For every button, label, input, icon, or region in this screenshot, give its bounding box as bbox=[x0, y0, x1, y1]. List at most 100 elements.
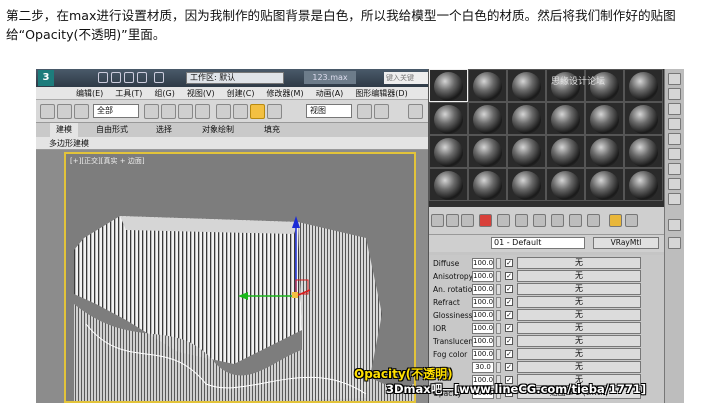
map-slot-button[interactable]: 无 bbox=[517, 361, 641, 373]
map-slot-button[interactable]: 无 bbox=[517, 322, 641, 334]
sample-uv-tiling-icon[interactable] bbox=[668, 118, 681, 130]
select-manipulate-icon[interactable] bbox=[374, 104, 389, 119]
backlight-icon[interactable] bbox=[668, 88, 681, 100]
material-name-field[interactable]: 01 - Default bbox=[491, 237, 585, 249]
video-color-check-icon[interactable] bbox=[668, 133, 681, 145]
spinner[interactable] bbox=[496, 310, 501, 321]
tab-modeling[interactable]: 建模 bbox=[50, 123, 78, 137]
material-slot-2[interactable] bbox=[468, 69, 507, 102]
map-slot-button[interactable]: 无 bbox=[517, 270, 641, 282]
new-file-icon[interactable] bbox=[98, 72, 108, 83]
show-end-result-icon[interactable] bbox=[569, 214, 582, 227]
rectangle-select-icon[interactable] bbox=[178, 104, 193, 119]
menu-graph-editors[interactable]: 图形编辑器(D) bbox=[355, 87, 407, 99]
map-slot-button[interactable]: 无 bbox=[517, 348, 641, 360]
put-to-library-icon[interactable] bbox=[515, 214, 528, 227]
select-by-material-icon[interactable] bbox=[668, 178, 681, 190]
material-slot-14[interactable] bbox=[468, 135, 507, 168]
map-amount-input[interactable]: 100.0 bbox=[472, 297, 494, 308]
map-amount-input[interactable]: 100.0 bbox=[472, 349, 494, 360]
put-to-scene-icon[interactable] bbox=[446, 214, 459, 227]
material-slot-6[interactable] bbox=[624, 69, 663, 102]
search-input[interactable]: 键入关键 bbox=[384, 72, 428, 84]
map-enable-checkbox[interactable]: ✓ bbox=[505, 363, 513, 371]
tab-object-paint[interactable]: 对象绘制 bbox=[202, 123, 234, 137]
map-amount-input[interactable]: 100.0 bbox=[472, 336, 494, 347]
spinner[interactable] bbox=[496, 271, 501, 282]
place-icon[interactable] bbox=[267, 104, 282, 119]
material-slot-22[interactable] bbox=[546, 168, 585, 201]
material-map-navigator-icon[interactable] bbox=[668, 193, 681, 205]
save-icon[interactable] bbox=[124, 72, 134, 83]
material-slot-7[interactable] bbox=[429, 102, 468, 135]
selection-filter-dropdown[interactable]: 全部 bbox=[93, 104, 139, 118]
undo-icon[interactable] bbox=[137, 72, 147, 83]
bind-space-warp-icon[interactable] bbox=[74, 104, 89, 119]
menu-modifiers[interactable]: 修改器(M) bbox=[266, 87, 303, 99]
map-amount-input[interactable]: 100.0 bbox=[472, 310, 494, 321]
select-by-name-icon[interactable] bbox=[161, 104, 176, 119]
make-unique-icon[interactable] bbox=[497, 214, 510, 227]
move-icon[interactable] bbox=[216, 104, 231, 119]
background-icon[interactable] bbox=[668, 103, 681, 115]
tab-freeform[interactable]: 自由形式 bbox=[96, 123, 128, 137]
workspace-dropdown[interactable]: 工作区: 默认 bbox=[186, 72, 284, 84]
reset-map-icon[interactable] bbox=[479, 214, 492, 227]
tab-populate[interactable]: 填充 bbox=[264, 123, 280, 137]
snap-icon[interactable] bbox=[408, 104, 423, 119]
go-forward-to-sibling-icon[interactable] bbox=[609, 214, 622, 227]
make-preview-icon[interactable] bbox=[668, 148, 681, 160]
go-to-parent-icon[interactable] bbox=[587, 214, 600, 227]
menu-create[interactable]: 创建(C) bbox=[227, 87, 255, 99]
material-options-icon[interactable] bbox=[668, 163, 681, 175]
open-file-icon[interactable] bbox=[111, 72, 121, 83]
assign-to-selection-icon[interactable] bbox=[461, 214, 474, 227]
spinner[interactable] bbox=[496, 297, 501, 308]
map-amount-input[interactable]: 100.0 bbox=[472, 284, 494, 295]
material-slot-21[interactable] bbox=[507, 168, 546, 201]
map-enable-checkbox[interactable]: ✓ bbox=[505, 285, 513, 293]
material-slot-3[interactable] bbox=[507, 69, 546, 102]
map-enable-checkbox[interactable]: ✓ bbox=[505, 337, 513, 345]
material-slot-9[interactable] bbox=[507, 102, 546, 135]
material-slot-10[interactable] bbox=[546, 102, 585, 135]
menu-tools[interactable]: 工具(T) bbox=[115, 87, 142, 99]
material-id-icon[interactable] bbox=[533, 214, 546, 227]
material-slot-8[interactable] bbox=[468, 102, 507, 135]
material-slot-18[interactable] bbox=[624, 135, 663, 168]
material-slot-23[interactable] bbox=[585, 168, 624, 201]
menu-animation[interactable]: 动画(A) bbox=[316, 87, 344, 99]
map-amount-input[interactable]: 100.0 bbox=[472, 323, 494, 334]
map-slot-button[interactable]: 无 bbox=[517, 283, 641, 295]
menu-edit[interactable]: 编辑(E) bbox=[76, 87, 103, 99]
map-amount-input[interactable]: 30.0 bbox=[472, 362, 494, 373]
spinner[interactable] bbox=[496, 258, 501, 269]
redo-icon[interactable] bbox=[154, 72, 164, 83]
panel-icon-1[interactable] bbox=[668, 219, 681, 231]
material-type-button[interactable]: VRayMtl bbox=[593, 237, 659, 249]
map-slot-button[interactable]: 无 bbox=[517, 257, 641, 269]
material-slot-15[interactable] bbox=[507, 135, 546, 168]
pivot-icon[interactable] bbox=[357, 104, 372, 119]
material-slot-24[interactable] bbox=[624, 168, 663, 201]
map-enable-checkbox[interactable]: ✓ bbox=[505, 272, 513, 280]
material-slot-1[interactable] bbox=[429, 69, 468, 102]
spinner[interactable] bbox=[496, 349, 501, 360]
tab-selection[interactable]: 选择 bbox=[156, 123, 172, 137]
map-enable-checkbox[interactable]: ✓ bbox=[505, 259, 513, 267]
sample-type-icon[interactable] bbox=[668, 73, 681, 85]
material-slot-12[interactable] bbox=[624, 102, 663, 135]
material-slot-20[interactable] bbox=[468, 168, 507, 201]
ribbon-sub-panel[interactable]: 多边形建模 bbox=[36, 137, 428, 150]
rotate-icon[interactable] bbox=[233, 104, 248, 119]
reference-coordinate-dropdown[interactable]: 视图 bbox=[306, 104, 352, 118]
map-slot-button[interactable]: 无 bbox=[517, 309, 641, 321]
material-slot-19[interactable] bbox=[429, 168, 468, 201]
material-slot-11[interactable] bbox=[585, 102, 624, 135]
spinner[interactable] bbox=[496, 284, 501, 295]
scale-icon[interactable] bbox=[250, 104, 265, 119]
spinner[interactable] bbox=[496, 336, 501, 347]
material-slot-13[interactable] bbox=[429, 135, 468, 168]
menu-group[interactable]: 组(G) bbox=[154, 87, 174, 99]
window-crossing-icon[interactable] bbox=[195, 104, 210, 119]
